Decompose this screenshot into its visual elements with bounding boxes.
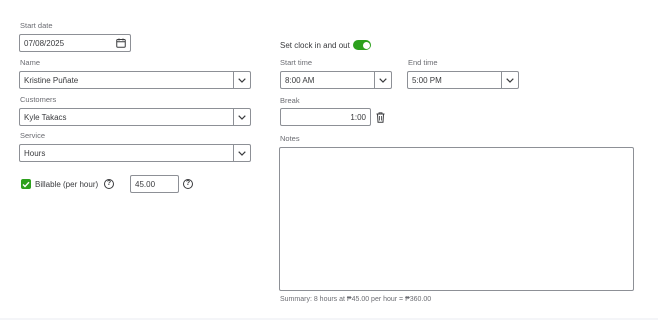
name-select[interactable]: Kristine Puñate: [19, 71, 251, 89]
chevron-down-icon[interactable]: [233, 72, 250, 88]
chevron-down-icon[interactable]: [233, 109, 250, 125]
summary-text: Summary: 8 hours at ₱45.00 per hour = ₱3…: [280, 296, 432, 303]
end-time-label: End time: [408, 58, 438, 67]
service-label: Service: [20, 131, 46, 140]
name-value: Kristine Puñate: [24, 75, 79, 85]
help-icon[interactable]: ?: [104, 179, 114, 189]
break-input[interactable]: 1:00: [280, 108, 371, 126]
start-time-select[interactable]: 8:00 AM: [280, 71, 392, 89]
chevron-down-icon[interactable]: [233, 145, 250, 161]
start-time-value: 8:00 AM: [285, 75, 315, 85]
clock-toggle-label: Set clock in and out: [280, 41, 350, 50]
notes-label: Notes: [280, 134, 300, 143]
customers-select[interactable]: Kyle Takacs: [19, 108, 251, 126]
service-value: Hours: [24, 148, 46, 158]
customers-label: Customers: [20, 95, 57, 104]
end-time-select[interactable]: 5:00 PM: [407, 71, 519, 89]
billable-rate-input[interactable]: 45.00: [130, 175, 179, 193]
start-date-label: Start date: [20, 21, 53, 30]
billable-rate-value: 45.00: [135, 179, 156, 189]
service-select[interactable]: Hours: [19, 144, 251, 162]
chevron-down-icon[interactable]: [374, 72, 391, 88]
help-icon[interactable]: ?: [183, 179, 193, 189]
break-label: Break: [280, 96, 300, 105]
clock-toggle[interactable]: [353, 40, 371, 50]
notes-textarea[interactable]: [279, 147, 634, 291]
checkmark-icon: [22, 181, 30, 188]
start-date-value: 07/08/2025: [24, 38, 65, 48]
start-date-field[interactable]: 07/08/2025: [19, 34, 131, 52]
customers-value: Kyle Takacs: [24, 112, 67, 122]
break-value: 1:00: [350, 112, 366, 122]
chevron-down-icon[interactable]: [501, 72, 518, 88]
trash-icon[interactable]: [375, 111, 385, 123]
name-label: Name: [20, 58, 41, 67]
billable-label: Billable (per hour): [35, 180, 99, 189]
billable-checkbox[interactable]: [21, 179, 31, 189]
start-time-label: Start time: [280, 58, 313, 67]
calendar-icon[interactable]: [112, 35, 130, 51]
end-time-value: 5:00 PM: [412, 75, 442, 85]
toggle-knob: [362, 41, 370, 49]
